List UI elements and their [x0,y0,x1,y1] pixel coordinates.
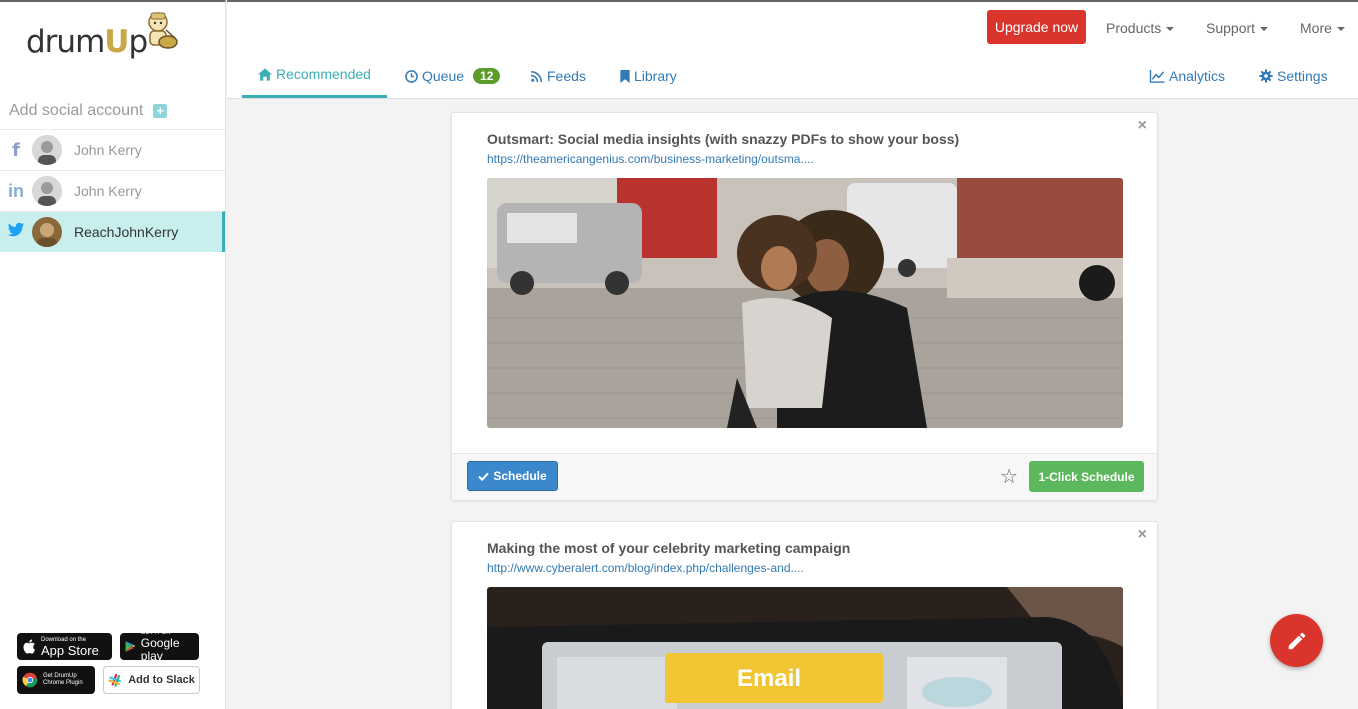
card-link[interactable]: https://theamericangenius.com/business-m… [487,152,814,166]
tab-settings[interactable]: Settings [1259,68,1328,84]
close-icon[interactable]: × [1138,526,1147,544]
top-navigation: Upgrade now Products Support More Recomm… [227,0,1358,99]
account-twitter[interactable]: ReachJohnKerry [0,211,225,252]
account-facebook[interactable]: f John Kerry [0,129,225,170]
card-link[interactable]: http://www.cyberalert.com/blog/index.php… [487,561,804,575]
logo-text: drumUp [26,24,148,60]
add-account-label: Add social account [9,102,144,119]
add-to-slack-button[interactable]: Add to Slack [103,666,200,694]
account-list: f John Kerry in John Kerry ReachJohnKerr… [0,129,225,252]
google-play-icon [125,641,136,652]
google-play-button[interactable]: GET IT ON Google play [120,630,199,663]
chart-icon [1149,69,1165,83]
tab-analytics[interactable]: Analytics [1149,68,1225,84]
plus-icon: + [153,104,168,118]
avatar [32,217,62,247]
rss-icon [531,70,543,82]
apple-icon [23,639,36,654]
close-icon[interactable]: × [1138,117,1147,135]
more-menu[interactable]: More [1300,20,1345,36]
app-store-text: Download on the App Store [41,636,99,658]
avatar [32,176,62,206]
products-menu[interactable]: Products [1106,20,1175,36]
drumup-logo[interactable]: drumUp [24,10,184,60]
slack-icon [108,673,122,687]
caret-down-icon [1166,27,1175,32]
upgrade-now-button[interactable]: Upgrade now [987,10,1086,44]
tab-recommended[interactable]: Recommended [258,66,371,82]
tab-feeds[interactable]: Feeds [531,68,586,84]
card-footer: Schedule ☆ 1-Click Schedule [452,453,1157,500]
pencil-icon [1288,632,1305,649]
card-title[interactable]: Outsmart: Social media insights (with sn… [487,131,959,147]
account-name: ReachJohnKerry [74,224,179,240]
chrome-icon [22,672,38,688]
chrome-plugin-text: Get DrumUp Chrome Plugin [43,673,83,686]
account-name: John Kerry [74,183,142,199]
email-image-text: Email [737,665,802,692]
twitter-icon [0,221,32,244]
account-name: John Kerry [74,142,142,158]
card-title[interactable]: Making the most of your celebrity market… [487,540,850,556]
tab-library[interactable]: Library [620,68,677,84]
chrome-plugin-button[interactable]: Get DrumUp Chrome Plugin [17,666,95,694]
queue-count-badge: 12 [473,68,501,84]
home-icon [258,67,272,81]
schedule-button[interactable]: Schedule [467,461,558,491]
caret-down-icon [1260,27,1269,32]
content-card: × Making the most of your celebrity mark… [451,521,1158,709]
avatar [32,135,62,165]
gear-icon [1259,69,1273,83]
facebook-icon: f [12,139,20,161]
one-click-schedule-button[interactable]: 1-Click Schedule [1029,461,1144,492]
card-image[interactable] [487,178,1123,428]
add-social-account-button[interactable]: Add social account + [9,102,168,120]
star-icon[interactable]: ☆ [1000,464,1018,489]
card-image[interactable]: Email [487,587,1123,709]
support-menu[interactable]: Support [1206,20,1269,36]
slack-label: Add to Slack [128,674,195,686]
account-linkedin[interactable]: in John Kerry [0,170,225,211]
linkedin-icon: in [8,180,24,201]
content-card: × Outsmart: Social media insights (with … [451,112,1158,501]
google-play-text: GET IT ON Google play [140,630,180,663]
drummer-mascot-icon [148,12,178,49]
clock-icon [405,69,418,83]
tab-queue[interactable]: Queue 12 [405,68,501,84]
bookmark-icon [620,69,630,83]
caret-down-icon [1336,27,1345,32]
sidebar: drumUp Add social account + f John Kerry… [0,0,226,709]
active-tab-indicator [242,95,387,98]
compose-button[interactable] [1270,614,1323,667]
app-store-button[interactable]: Download on the App Store [17,633,112,660]
check-icon [478,472,490,481]
